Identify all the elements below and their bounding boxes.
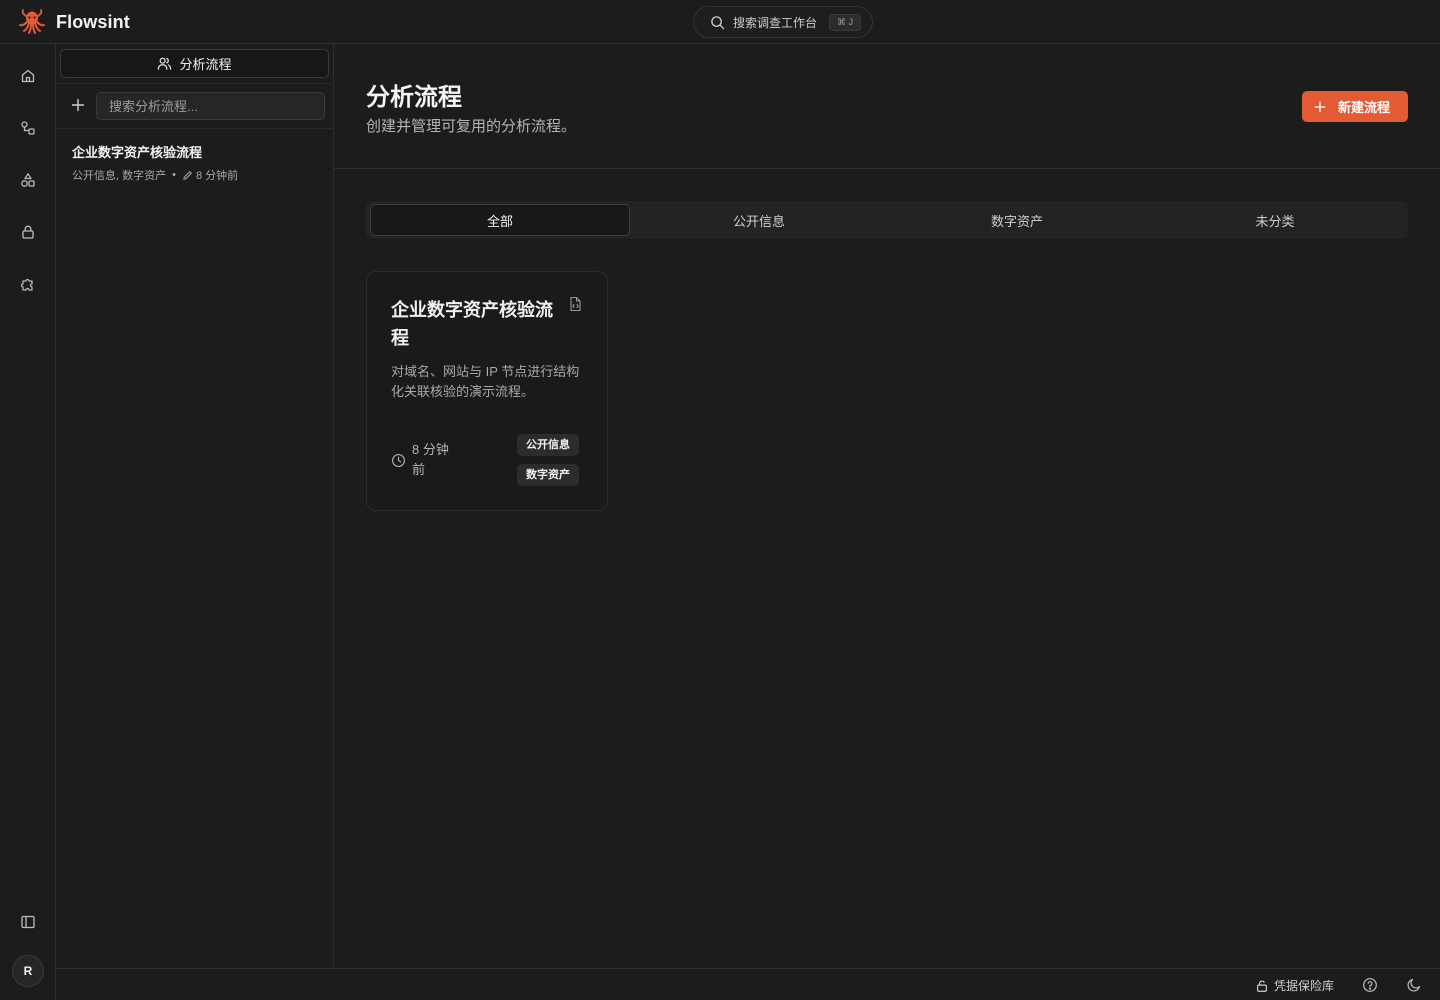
status-bar: 凭据保险库 [56, 968, 1440, 1000]
flow-item-meta: 公开信息, 数字资产 • 8 分钟前 [72, 167, 322, 183]
tab-public-info[interactable]: 公开信息 [630, 204, 888, 236]
page-title: 分析流程 [366, 84, 462, 111]
tag-badge: 数字资产 [517, 464, 579, 486]
users-icon [157, 56, 172, 71]
category-tabs: 全部 公开信息 数字资产 未分类 [366, 201, 1408, 239]
flow-card-title: 企业数字资产核验流程 [391, 300, 553, 348]
page-subtitle: 创建并管理可复用的分析流程。 [366, 118, 577, 135]
rail-item-flows[interactable] [16, 116, 40, 140]
flow-item-tags: 公开信息, 数字资产 [72, 170, 167, 182]
credential-vault-label: 凭据保险库 [1274, 979, 1335, 993]
flow-item-title: 企业数字资产核验流程 [72, 145, 203, 160]
shapes-icon [20, 172, 36, 188]
tab-all[interactable]: 全部 [370, 204, 630, 236]
flows-icon [20, 120, 36, 136]
divider [334, 168, 1440, 169]
flow-card-time-text: 8 分钟前 [412, 442, 449, 477]
flow-search-input[interactable] [96, 92, 325, 120]
flow-card-description: 对域名、网站与 IP 节点进行结构化关联核验的演示流程。 [391, 364, 580, 399]
app-name: Flowsint [56, 11, 130, 32]
unlock-icon [1255, 979, 1269, 993]
rail-item-home[interactable] [16, 64, 40, 88]
pencil-icon [182, 170, 193, 181]
flow-card[interactable]: 企业数字资产核验流程 对域名、网站与 IP 节点进行结构化关联核验的演示流程。 … [366, 271, 608, 511]
plus-icon [71, 98, 85, 112]
flow-list-item[interactable]: 企业数字资产核验流程 公开信息, 数字资产 • 8 分钟前 [72, 142, 322, 183]
plus-icon [1314, 101, 1326, 113]
tag-badge: 公开信息 [517, 434, 579, 456]
clock-icon [391, 453, 406, 468]
octopus-logo-icon [18, 8, 46, 36]
divider [56, 128, 334, 129]
shortcut-badge: ⌘ J [829, 13, 862, 31]
search-icon [710, 15, 725, 30]
flow-card-time: 8 分钟前 [391, 440, 458, 480]
brand[interactable]: Flowsint [18, 8, 130, 36]
divider [56, 83, 334, 84]
toggle-sidebar-button[interactable] [16, 910, 40, 934]
new-flow-label: 新建流程 [1338, 100, 1391, 115]
file-code-icon [567, 296, 583, 312]
lock-icon [20, 224, 36, 240]
rail-item-shapes[interactable] [16, 168, 40, 192]
flows-panel: 分析流程 企业数字资产核验流程 公开信息, 数字资产 • 8 分钟前 [56, 44, 334, 968]
top-bar: Flowsint 搜索调查工作台 ⌘ J [0, 0, 1440, 44]
puzzle-icon [20, 276, 36, 292]
tab-digital-assets[interactable]: 数字资产 [888, 204, 1146, 236]
rail-item-plugins[interactable] [16, 272, 40, 296]
search-label: 搜索调查工作台 [733, 15, 818, 30]
meta-separator: • [172, 169, 176, 181]
tab-uncategorized[interactable]: 未分类 [1146, 204, 1404, 236]
add-flow-button[interactable] [68, 95, 88, 115]
rail-item-vault[interactable] [16, 220, 40, 244]
flow-item-updated: 8 分钟前 [195, 170, 239, 182]
new-flow-button[interactable]: 新建流程 [1302, 91, 1408, 122]
main-content: 分析流程 创建并管理可复用的分析流程。 新建流程 全部 公开信息 数字资产 未分… [334, 44, 1440, 968]
sidebar-toggle-icon [20, 914, 36, 930]
panel-tab-label: 分析流程 [179, 57, 232, 72]
help-icon[interactable] [1362, 977, 1378, 993]
credential-vault-button[interactable]: 凭据保险库 [1255, 977, 1334, 994]
nav-rail: R [0, 44, 56, 1000]
panel-tab-flows[interactable]: 分析流程 [60, 49, 329, 78]
home-icon [20, 68, 36, 84]
moon-icon[interactable] [1406, 977, 1422, 993]
user-avatar[interactable]: R [12, 955, 44, 987]
workspace-search-button[interactable]: 搜索调查工作台 ⌘ J [693, 6, 873, 38]
